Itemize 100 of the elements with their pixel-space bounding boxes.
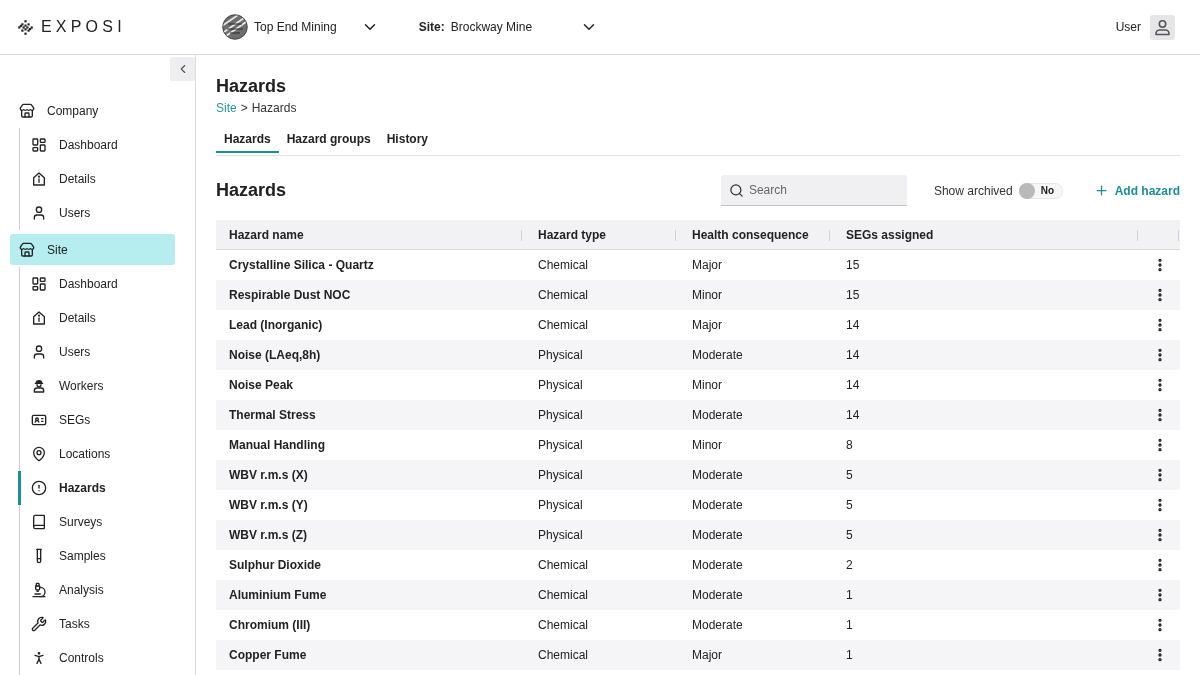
org-avatar-icon [222,14,248,40]
table-cell: Moderate [692,528,743,542]
user-name: User [1115,20,1141,34]
table-cell: Manual Handling [229,438,325,452]
table-cell: 1 [846,648,853,662]
table-cell: Major [692,318,722,332]
sidebar-item[interactable]: Locations [20,437,176,471]
table-cell: WBV r.m.s (X) [229,468,308,482]
collapse-sidebar-button[interactable] [170,57,195,81]
table-cell: Chemical [538,618,588,632]
worker-icon [31,378,47,394]
id-card-icon [31,412,47,428]
show-archived-switch[interactable]: No [1018,182,1063,199]
user-avatar-icon[interactable] [1150,14,1175,40]
table-cell: Thermal Stress [229,408,316,422]
organization-select[interactable]: Top End Mining [254,18,379,36]
plus-icon [1093,183,1109,198]
table-cell: 14 [846,378,860,392]
add-hazard-button[interactable]: Add hazard [1093,183,1180,198]
table-cell: Physical [538,528,583,542]
table-cell: 1 [846,618,853,632]
breadcrumb-link[interactable]: Site [216,100,237,116]
table-cell: Moderate [692,588,743,602]
table-cell: Aluminium Fume [229,588,327,602]
table-cell: Chemical [538,588,588,602]
table-cell: Crystalline Silica - Quartz [229,258,374,272]
table-cell: WBV r.m.s (Y) [229,498,308,512]
sidebar-item[interactable]: Dashboard [20,128,176,162]
section-title: Hazards [216,180,287,201]
sidebar-item[interactable]: Dashboard [20,267,176,301]
sidebar-item[interactable]: Samples [20,539,176,573]
table-cell: Sulphur Dioxide [229,558,321,572]
sidebar-item[interactable]: Details [20,162,176,196]
table-cell: Physical [538,498,583,512]
switch-knob-icon [1018,182,1035,199]
sidebar-item[interactable]: SEGs [20,403,176,437]
table-cell: Physical [538,378,583,392]
wrench-icon [31,616,47,632]
microscope-icon [31,582,47,598]
tab[interactable]: History [378,132,437,153]
table-cell: Noise Peak [229,378,294,392]
dashboard-icon [31,137,47,153]
table-cell: Major [692,258,722,272]
table-cell: Minor [692,438,722,452]
sidebar-section[interactable]: Site [10,234,175,265]
sidebar-item[interactable]: Analysis [20,573,176,607]
table-cell: 5 [846,468,853,482]
table-cell: WBV r.m.s (Z) [229,528,307,542]
table-cell: 14 [846,408,860,422]
table-cell: Noise (LAeq,8h) [229,348,321,362]
tab[interactable]: Hazard groups [278,132,379,153]
tab[interactable]: Hazards [216,132,279,153]
brand-name: EXPOSI [41,18,126,36]
table-cell: 2 [846,558,853,572]
page-title: Hazards [216,75,288,97]
sidebar-item[interactable]: Tasks [20,607,176,641]
table-cell: Moderate [692,618,743,632]
site-select[interactable]: Brockway Mine [450,18,598,36]
site-label: Site: [418,20,445,34]
table-cell: Chromium (III) [229,618,311,632]
table-cell: 5 [846,528,853,542]
sidebar-item[interactable]: Hazards [20,471,176,505]
table-cell: 14 [846,318,860,332]
sidebar-item[interactable]: Surveys [20,505,176,539]
store-icon [19,241,35,258]
sidebar-item[interactable]: Users [20,335,176,369]
table-cell: Chemical [538,318,588,332]
sidebar-item[interactable]: Details [20,301,176,335]
table-cell: Chemical [538,648,588,662]
person-icon [31,650,47,666]
search-icon [728,183,744,198]
table-cell: Chemical [538,288,588,302]
sidebar-item[interactable]: Users [20,196,176,230]
alert-circle-icon [31,480,47,496]
table-cell: Moderate [692,558,743,572]
table-cell: Physical [538,348,583,362]
table-cell: Minor [692,378,722,392]
column-header: Hazard name [216,220,523,249]
table-cell: Physical [538,468,583,482]
sidebar-item[interactable]: Workers [20,369,176,403]
table-cell: Moderate [692,468,743,482]
store-icon [19,102,35,119]
breadcrumb-current: Hazards [251,100,297,116]
breadcrumb-separator: > [240,100,248,116]
table-cell: 14 [846,348,860,362]
table-cell: Major [692,648,722,662]
column-header: SEGs assigned [831,220,1139,249]
table-cell: 8 [846,438,853,452]
table-cell: 1 [846,588,853,602]
table-cell: Copper Fume [229,648,307,662]
table-cell: Lead (Inorganic) [229,318,323,332]
table-cell: 5 [846,498,853,512]
table-cell: Physical [538,408,583,422]
column-header: Health consequence [677,220,831,249]
search-field[interactable]: Search [720,175,907,206]
table-cell: Physical [538,438,583,452]
table-cell: Chemical [538,258,588,272]
sidebar-item[interactable]: Controls [20,641,176,675]
sidebar-section[interactable]: Company [10,95,175,126]
column-header: Hazard type [523,220,677,249]
